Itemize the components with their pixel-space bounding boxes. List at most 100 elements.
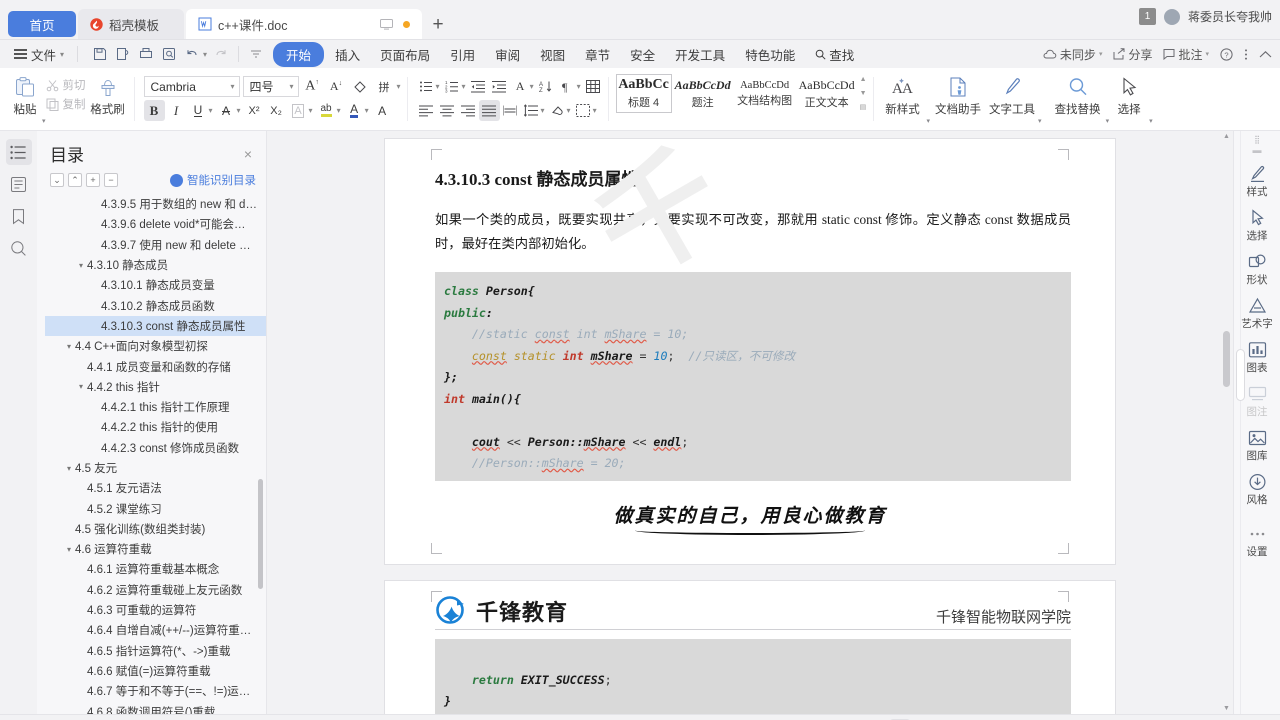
- bold-button[interactable]: B: [143, 100, 165, 121]
- bookmark-icon[interactable]: [6, 203, 32, 229]
- list-item[interactable]: 4.3.9.5 用于数组的 new 和 d…: [45, 194, 266, 214]
- right-rail-scrollbar[interactable]: [1236, 349, 1245, 401]
- document-pages-icon[interactable]: [6, 171, 32, 197]
- chevron-down-icon[interactable]: ▾: [63, 545, 75, 554]
- align-right-button[interactable]: [458, 100, 479, 121]
- underline-caret-icon[interactable]: ▾: [209, 106, 213, 115]
- tab-document[interactable]: c++课件.doc: [186, 9, 422, 39]
- gallery-scroll-up-icon[interactable]: ▲: [860, 76, 867, 83]
- list-item[interactable]: 4.4.1 成员变量和函数的存储: [45, 356, 266, 376]
- decrease-indent-button[interactable]: [468, 76, 489, 97]
- list-item[interactable]: ▾ 4.4.2 this 指针: [45, 377, 266, 397]
- ribbon-tab-security[interactable]: 安全: [621, 43, 664, 66]
- pinyin-guide-button[interactable]: 拼: [374, 76, 395, 97]
- smart-toc-button[interactable]: 智能识别目录: [170, 172, 256, 188]
- undo-icon[interactable]: [181, 43, 203, 65]
- document-canvas[interactable]: 千 4.3.10.3 const 静态成员属性 如果一个类的成员，既要实现共享，…: [267, 131, 1233, 714]
- borders-button[interactable]: [573, 100, 594, 121]
- right-rail-item-select[interactable]: 选择: [1235, 203, 1279, 247]
- style-gallery-scroll[interactable]: ▲ ▼ ▤: [858, 74, 869, 113]
- ribbon-tab-developer[interactable]: 开发工具: [666, 43, 734, 66]
- borders-caret-icon[interactable]: ▾: [593, 106, 597, 115]
- scroll-down-icon[interactable]: ▼: [1222, 705, 1231, 712]
- bullet-list-button[interactable]: [416, 76, 437, 97]
- ribbon-tab-start[interactable]: 开始: [273, 41, 325, 67]
- font-size-select[interactable]: 四号 ▾: [242, 76, 299, 97]
- list-item[interactable]: 4.4.2.2 this 指针的使用: [45, 417, 266, 437]
- plus-icon[interactable]: +: [86, 173, 100, 187]
- chevron-down-icon[interactable]: ▾: [63, 342, 75, 351]
- font-color-caret-icon[interactable]: ▾: [365, 106, 369, 115]
- notification-badge[interactable]: 1: [1138, 8, 1156, 25]
- document-page-2[interactable]: 千锋教育 千锋智能物联网学院 return EXIT_SUCCESS; }: [385, 581, 1115, 714]
- increase-indent-button[interactable]: [489, 76, 510, 97]
- comment-button[interactable]: 批注 ▾: [1163, 46, 1209, 63]
- doc-assistant-button[interactable]: 文档助手: [930, 71, 986, 117]
- find-replace-button[interactable]: 查找替换: [1050, 71, 1106, 117]
- rail-handle-icon[interactable]: ⣿: [1254, 135, 1260, 144]
- list-item-selected[interactable]: 4.3.10.3 const 静态成员属性: [45, 315, 266, 337]
- list-item[interactable]: 4.3.9.6 delete void*可能会…: [45, 214, 266, 234]
- ribbon-tab-features[interactable]: 特色功能: [736, 43, 804, 66]
- character-border-button[interactable]: A: [288, 100, 309, 121]
- gallery-scroll-down-icon[interactable]: ▼: [860, 90, 867, 97]
- character-shading-button[interactable]: A: [372, 100, 393, 121]
- style-item-caption[interactable]: AaBbCcDd 题注: [672, 74, 734, 113]
- tab-docer-template[interactable]: 稻壳模板: [78, 9, 184, 39]
- canvas-scroll-thumb[interactable]: [1223, 331, 1230, 387]
- right-rail-item-gallery[interactable]: 图库: [1235, 423, 1279, 467]
- select-button[interactable]: 选择: [1109, 71, 1149, 117]
- list-item[interactable]: 4.5.2 课堂练习: [45, 498, 266, 518]
- chevron-down-icon[interactable]: ▾: [63, 464, 75, 473]
- grow-font-button[interactable]: A↑: [302, 76, 323, 97]
- strikethrough-button[interactable]: A: [216, 100, 237, 121]
- shrink-font-button[interactable]: A↓: [326, 76, 347, 97]
- subscript-button[interactable]: X₂: [266, 100, 287, 121]
- right-rail-item-theme[interactable]: 风格: [1235, 467, 1279, 511]
- list-item[interactable]: 4.3.9.7 使用 new 和 delete …: [45, 235, 266, 255]
- style-item-docmap[interactable]: AaBbCcDd 文档结构图: [734, 74, 796, 113]
- superscript-button[interactable]: X²: [244, 100, 265, 121]
- chevron-down-icon[interactable]: ▾: [75, 382, 87, 391]
- toc-list[interactable]: 4.3.9.5 用于数组的 new 和 d… 4.3.9.6 delete vo…: [37, 194, 266, 714]
- clear-formatting-button[interactable]: [350, 76, 371, 97]
- undo-caret-icon[interactable]: ▾: [203, 50, 207, 59]
- ribbon-tab-find[interactable]: 查找: [806, 43, 863, 66]
- ribbon-tab-section[interactable]: 章节: [576, 43, 619, 66]
- list-item[interactable]: 4.5 强化训练(数组类封装): [45, 519, 266, 539]
- list-item[interactable]: 4.6.8 函数调用符号()重载: [45, 701, 266, 714]
- strikethrough-caret-icon[interactable]: ▾: [237, 106, 241, 115]
- gallery-expand-icon[interactable]: ▤: [860, 104, 867, 111]
- right-rail-item-settings[interactable]: 设置: [1235, 519, 1279, 563]
- tab-home[interactable]: 首页: [8, 11, 76, 37]
- new-style-caret-icon[interactable]: ▾: [927, 117, 931, 129]
- highlight-button[interactable]: ab: [316, 100, 337, 121]
- right-rail-item-shapes[interactable]: 形状: [1235, 247, 1279, 291]
- list-item[interactable]: 4.6.1 运算符重载基本概念: [45, 559, 266, 579]
- ribbon-tab-page-layout[interactable]: 页面布局: [371, 43, 439, 66]
- right-rail-item-wordart[interactable]: 艺术字: [1235, 291, 1279, 335]
- help-button[interactable]: ?: [1220, 47, 1233, 61]
- list-item[interactable]: 4.6.7 等于和不等于(==、!=)运…: [45, 681, 266, 701]
- list-item[interactable]: 4.4.2.3 const 修饰成员函数: [45, 438, 266, 458]
- expand-down-icon[interactable]: ⌄: [50, 173, 64, 187]
- rail-collapse-icon[interactable]: ▬: [1253, 145, 1262, 155]
- bullet-list-caret-icon[interactable]: ▾: [436, 82, 440, 91]
- list-item[interactable]: 4.6.3 可重载的运算符: [45, 600, 266, 620]
- style-item-bodytext[interactable]: AaBbCcDd 正文文本: [796, 74, 858, 113]
- justify-button[interactable]: [478, 100, 500, 121]
- print-preview-icon[interactable]: [158, 43, 180, 65]
- tab-preview-icon[interactable]: [380, 18, 393, 30]
- scroll-up-icon[interactable]: ▲: [1222, 133, 1231, 140]
- underline-button[interactable]: U: [188, 100, 209, 121]
- text-tools-caret-icon[interactable]: ▾: [1038, 117, 1042, 129]
- ribbon-tab-references[interactable]: 引用: [441, 43, 484, 66]
- new-tab-button[interactable]: +: [424, 11, 452, 39]
- user-name[interactable]: 蒋委员长夸我帅: [1188, 8, 1272, 25]
- ribbon-tab-insert[interactable]: 插入: [326, 43, 369, 66]
- character-spacing-caret-icon[interactable]: ▾: [530, 82, 534, 91]
- align-left-button[interactable]: [416, 100, 437, 121]
- sort-button[interactable]: AZ: [536, 76, 557, 97]
- table-grid-button[interactable]: [583, 76, 604, 97]
- align-center-button[interactable]: [437, 100, 458, 121]
